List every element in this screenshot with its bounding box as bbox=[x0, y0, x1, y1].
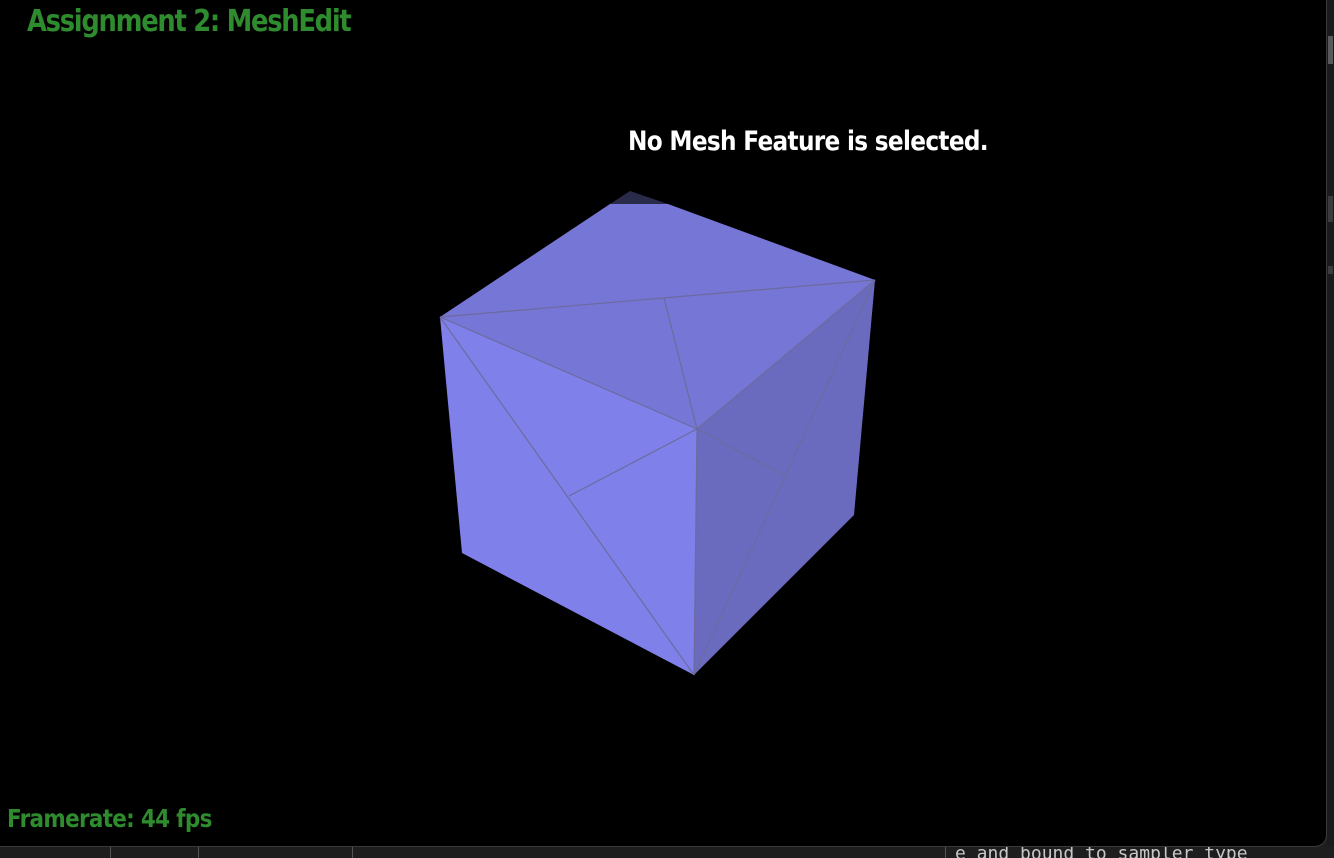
background-ui-mark bbox=[1328, 266, 1333, 274]
background-code-text: e and bound to sampler type bbox=[955, 847, 1248, 858]
background-divider bbox=[110, 847, 111, 858]
background-divider bbox=[945, 847, 946, 858]
background-divider bbox=[352, 847, 353, 858]
framerate-readout: Framerate: 44 fps bbox=[7, 804, 212, 833]
meshedit-window[interactable]: Assignment 2: MeshEdit No Mesh Feature i… bbox=[0, 0, 1327, 847]
scrollbar-thumb[interactable] bbox=[1328, 36, 1333, 64]
app-title: Assignment 2: MeshEdit bbox=[27, 4, 352, 39]
background-ui-mark bbox=[1328, 196, 1333, 222]
background-divider bbox=[198, 847, 199, 858]
background-window-edge bbox=[1327, 0, 1334, 858]
selection-status-text: No Mesh Feature is selected. bbox=[628, 126, 989, 157]
background-editor-strip: e and bound to sampler type bbox=[0, 847, 1334, 858]
mesh-face-top-sliver[interactable] bbox=[610, 191, 668, 204]
desktop: Assignment 2: MeshEdit No Mesh Feature i… bbox=[0, 0, 1334, 858]
